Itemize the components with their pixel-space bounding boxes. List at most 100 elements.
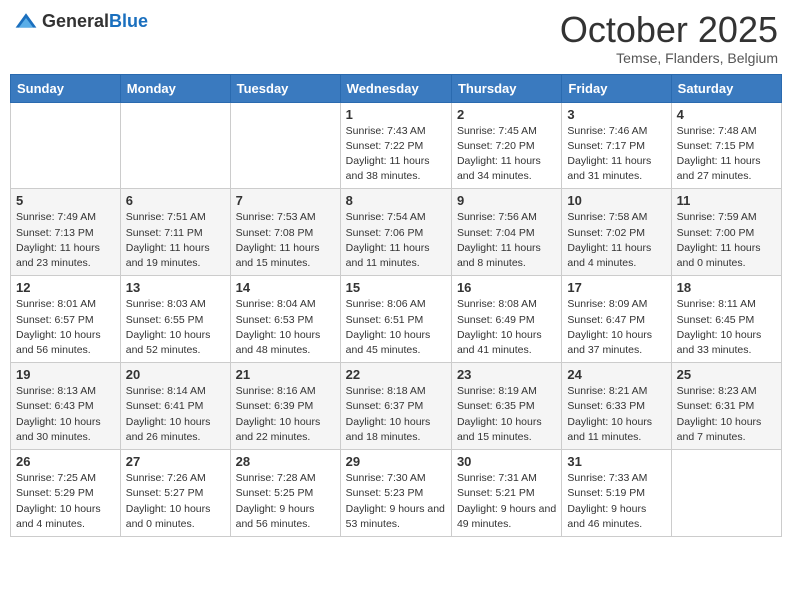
day-number: 30 [457,454,556,469]
logo-icon [14,10,38,34]
calendar-cell: 31Sunrise: 7:33 AMSunset: 5:19 PMDayligh… [562,450,671,537]
day-number: 15 [346,280,446,295]
calendar-cell: 1 Sunrise: 7:43 AMSunset: 7:22 PMDaylight… [340,102,451,189]
calendar-cell [120,102,230,189]
calendar-table: SundayMondayTuesdayWednesdayThursdayFrid… [10,74,782,537]
day-info: Sunrise: 8:18 AMSunset: 6:37 PMDaylight:… [346,384,446,445]
calendar-cell: 2 Sunrise: 7:45 AMSunset: 7:20 PMDaylight… [451,102,561,189]
day-info: Sunrise: 7:54 AMSunset: 7:06 PMDaylight:… [346,210,446,271]
calendar-cell: 13Sunrise: 8:03 AMSunset: 6:55 PMDayligh… [120,276,230,363]
logo-blue: Blue [109,11,148,31]
day-number: 18 [677,280,776,295]
calendar-cell: 14Sunrise: 8:04 AMSunset: 6:53 PMDayligh… [230,276,340,363]
weekday-header: Sunday [11,74,121,102]
day-info: Sunrise: 7:43 AMSunset: 7:22 PMDaylight:… [346,124,446,185]
day-info: Sunrise: 8:13 AMSunset: 6:43 PMDaylight:… [16,384,115,445]
day-info: Sunrise: 8:11 AMSunset: 6:45 PMDaylight:… [677,297,776,358]
day-info: Sunrise: 7:53 AMSunset: 7:08 PMDaylight:… [236,210,335,271]
day-number: 6 [126,193,225,208]
calendar-cell: 21Sunrise: 8:16 AMSunset: 6:39 PMDayligh… [230,363,340,450]
calendar-cell: 9 Sunrise: 7:56 AMSunset: 7:04 PMDaylight… [451,189,561,276]
calendar-cell: 29 Sunrise: 7:30 AMSunset: 5:23 PMDayligh… [340,450,451,537]
day-info: Sunrise: 7:33 AMSunset: 5:19 PMDaylight:… [567,471,665,532]
weekday-header: Thursday [451,74,561,102]
day-number: 10 [567,193,665,208]
calendar-week-row: 12Sunrise: 8:01 AMSunset: 6:57 PMDayligh… [11,276,782,363]
calendar-cell: 23 Sunrise: 8:19 AMSunset: 6:35 PMDayligh… [451,363,561,450]
weekday-header: Wednesday [340,74,451,102]
day-number: 9 [457,193,556,208]
weekday-header: Tuesday [230,74,340,102]
calendar-cell: 16 Sunrise: 8:08 AMSunset: 6:49 PMDayligh… [451,276,561,363]
calendar-week-row: 5 Sunrise: 7:49 AMSunset: 7:13 PMDaylight… [11,189,782,276]
day-number: 3 [567,107,665,122]
day-number: 28 [236,454,335,469]
day-number: 8 [346,193,446,208]
day-info: Sunrise: 8:06 AMSunset: 6:51 PMDaylight:… [346,297,446,358]
day-number: 26 [16,454,115,469]
day-info: Sunrise: 8:23 AMSunset: 6:31 PMDaylight:… [677,384,776,445]
day-info: Sunrise: 7:58 AMSunset: 7:02 PMDaylight:… [567,210,665,271]
calendar-cell: 30 Sunrise: 7:31 AMSunset: 5:21 PMDayligh… [451,450,561,537]
day-number: 22 [346,367,446,382]
title-block: October 2025 Temse, Flanders, Belgium [560,10,778,66]
day-info: Sunrise: 8:08 AMSunset: 6:49 PMDaylight:… [457,297,556,358]
day-number: 25 [677,367,776,382]
calendar-cell: 7 Sunrise: 7:53 AMSunset: 7:08 PMDaylight… [230,189,340,276]
calendar-cell: 15 Sunrise: 8:06 AMSunset: 6:51 PMDayligh… [340,276,451,363]
day-number: 1 [346,107,446,122]
logo: GeneralBlue [14,10,148,34]
calendar-cell: 12Sunrise: 8:01 AMSunset: 6:57 PMDayligh… [11,276,121,363]
day-number: 21 [236,367,335,382]
day-info: Sunrise: 7:48 AMSunset: 7:15 PMDaylight:… [677,124,776,185]
calendar-week-row: 19 Sunrise: 8:13 AMSunset: 6:43 PMDayligh… [11,363,782,450]
day-number: 7 [236,193,335,208]
calendar-cell: 27 Sunrise: 7:26 AMSunset: 5:27 PMDayligh… [120,450,230,537]
day-info: Sunrise: 7:56 AMSunset: 7:04 PMDaylight:… [457,210,556,271]
logo-general: General [42,11,109,31]
day-info: Sunrise: 8:19 AMSunset: 6:35 PMDaylight:… [457,384,556,445]
day-info: Sunrise: 7:30 AMSunset: 5:23 PMDaylight:… [346,471,446,532]
day-info: Sunrise: 8:04 AMSunset: 6:53 PMDaylight:… [236,297,335,358]
day-number: 13 [126,280,225,295]
calendar-cell: 18 Sunrise: 8:11 AMSunset: 6:45 PMDayligh… [671,276,781,363]
calendar-cell: 6 Sunrise: 7:51 AMSunset: 7:11 PMDaylight… [120,189,230,276]
day-info: Sunrise: 8:09 AMSunset: 6:47 PMDaylight:… [567,297,665,358]
calendar-cell: 22 Sunrise: 8:18 AMSunset: 6:37 PMDayligh… [340,363,451,450]
calendar-cell: 25 Sunrise: 8:23 AMSunset: 6:31 PMDayligh… [671,363,781,450]
day-info: Sunrise: 7:45 AMSunset: 7:20 PMDaylight:… [457,124,556,185]
day-number: 4 [677,107,776,122]
day-number: 2 [457,107,556,122]
day-info: Sunrise: 7:51 AMSunset: 7:11 PMDaylight:… [126,210,225,271]
calendar-cell: 5 Sunrise: 7:49 AMSunset: 7:13 PMDaylight… [11,189,121,276]
day-number: 11 [677,193,776,208]
day-info: Sunrise: 8:14 AMSunset: 6:41 PMDaylight:… [126,384,225,445]
page-header: GeneralBlue October 2025 Temse, Flanders… [10,10,782,66]
location-title: Temse, Flanders, Belgium [560,50,778,66]
day-number: 23 [457,367,556,382]
day-info: Sunrise: 7:59 AMSunset: 7:00 PMDaylight:… [677,210,776,271]
calendar-cell [671,450,781,537]
day-info: Sunrise: 7:26 AMSunset: 5:27 PMDaylight:… [126,471,225,532]
day-number: 16 [457,280,556,295]
day-number: 19 [16,367,115,382]
weekday-header: Friday [562,74,671,102]
day-number: 5 [16,193,115,208]
day-info: Sunrise: 7:28 AMSunset: 5:25 PMDaylight:… [236,471,335,532]
day-number: 20 [126,367,225,382]
day-info: Sunrise: 7:25 AMSunset: 5:29 PMDaylight:… [16,471,115,532]
calendar-cell: 20 Sunrise: 8:14 AMSunset: 6:41 PMDayligh… [120,363,230,450]
day-number: 29 [346,454,446,469]
day-info: Sunrise: 7:49 AMSunset: 7:13 PMDaylight:… [16,210,115,271]
day-info: Sunrise: 8:21 AMSunset: 6:33 PMDaylight:… [567,384,665,445]
day-number: 27 [126,454,225,469]
calendar-cell: 28 Sunrise: 7:28 AMSunset: 5:25 PMDayligh… [230,450,340,537]
calendar-week-row: 26 Sunrise: 7:25 AMSunset: 5:29 PMDayligh… [11,450,782,537]
day-number: 24 [567,367,665,382]
day-info: Sunrise: 7:31 AMSunset: 5:21 PMDaylight:… [457,471,556,532]
calendar-cell: 8 Sunrise: 7:54 AMSunset: 7:06 PMDaylight… [340,189,451,276]
month-title: October 2025 [560,10,778,50]
day-info: Sunrise: 7:46 AMSunset: 7:17 PMDaylight:… [567,124,665,185]
weekday-header: Saturday [671,74,781,102]
calendar-cell: 10 Sunrise: 7:58 AMSunset: 7:02 PMDayligh… [562,189,671,276]
